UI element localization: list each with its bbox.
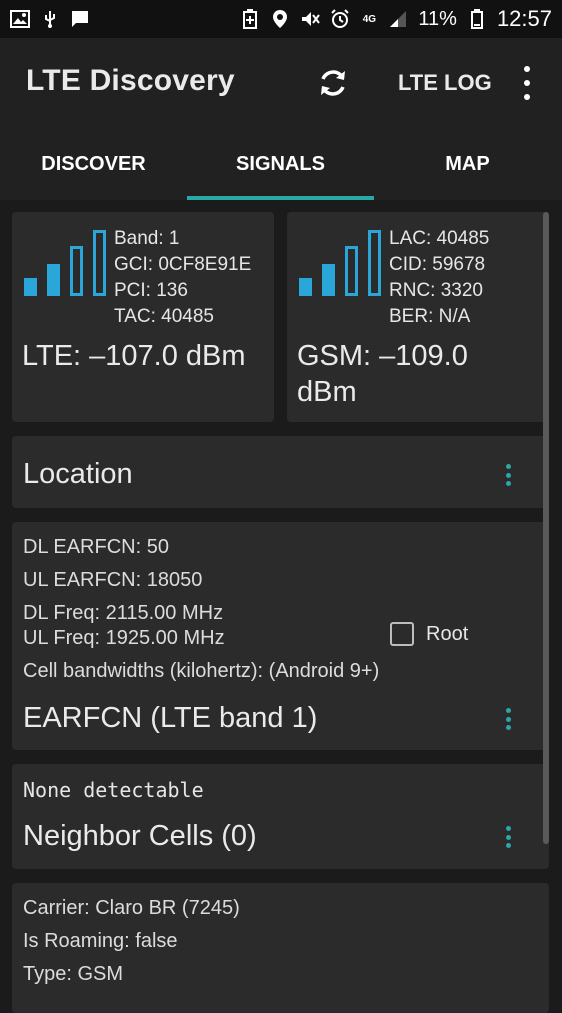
location-icon: [270, 9, 290, 29]
lte-signal-strength: LTE: –107.0 dBm: [22, 340, 246, 372]
gsm-cell-info: LAC: 40485 CID: 59678 RNC: 3320 BER: N/A: [389, 226, 489, 330]
status-bar: 4G 11% 12:57: [0, 0, 562, 38]
gsm-ber: BER: N/A: [389, 306, 471, 327]
lte-band: Band: 1: [114, 228, 180, 249]
status-bar-right: 4G 11% 12:57: [240, 6, 552, 32]
lte-gci: GCI: 0CF8E91E: [114, 254, 252, 275]
battery-saver-icon: [240, 9, 260, 29]
lte-signal-card[interactable]: Band: 1 GCI: 0CF8E91E PCI: 136 TAC: 4048…: [12, 212, 274, 422]
lte-signal-bars-icon: [24, 230, 106, 296]
neighbor-cells-card[interactable]: None detectable Neighbor Cells (0): [12, 764, 549, 869]
refresh-button[interactable]: [312, 62, 354, 104]
tab-signals[interactable]: SIGNALS: [187, 128, 374, 200]
tab-bar: DISCOVER SIGNALS MAP: [0, 128, 562, 200]
lte-pci: PCI: 136: [114, 280, 188, 301]
gsm-signal-card[interactable]: LAC: 40485 CID: 59678 RNC: 3320 BER: N/A…: [287, 212, 549, 422]
overflow-menu-icon[interactable]: [518, 66, 536, 100]
root-checkbox-row[interactable]: Root: [390, 622, 468, 646]
network-type: Type: GSM: [23, 963, 124, 985]
gsm-rnc: RNC: 3320: [389, 280, 483, 301]
app-bar: LTE Discovery LTE LOG: [0, 38, 562, 128]
earfcn-title: EARFCN (LTE band 1): [23, 702, 318, 734]
signal-icon: [388, 9, 408, 29]
gsm-cid: CID: 59678: [389, 254, 486, 275]
scrollbar[interactable]: [543, 212, 549, 844]
earfcn-card[interactable]: DL EARFCN: 50 UL EARFCN: 18050 DL Freq: …: [12, 522, 549, 750]
battery-percent: 11%: [418, 7, 457, 30]
gsm-signal-strength: GSM: –109.0 dBm: [297, 340, 468, 408]
dl-earfcn: DL EARFCN: 50: [23, 536, 169, 558]
vibrate-icon: [300, 9, 321, 29]
lte-cell-info: Band: 1 GCI: 0CF8E91E PCI: 136 TAC: 4048…: [114, 226, 251, 330]
alarm-icon: [330, 9, 350, 29]
gsm-signal-bars-icon: [299, 230, 381, 296]
signals-content: Band: 1 GCI: 0CF8E91E PCI: 136 TAC: 4048…: [0, 200, 562, 1013]
status-bar-left: [10, 9, 90, 29]
refresh-icon: [321, 70, 345, 96]
neighbor-cells-title: Neighbor Cells (0): [23, 820, 257, 852]
earfcn-menu-icon[interactable]: [505, 708, 511, 730]
root-checkbox[interactable]: [390, 622, 414, 646]
lte-tac: TAC: 40485: [114, 306, 214, 327]
neighbor-status: None detectable: [23, 778, 204, 802]
tab-map[interactable]: MAP: [374, 128, 561, 200]
tab-discover[interactable]: DISCOVER: [0, 128, 187, 200]
location-menu-icon[interactable]: [505, 464, 511, 486]
image-icon: [10, 9, 30, 29]
dl-freq: DL Freq: 2115.00 MHz: [23, 602, 224, 624]
4g-icon: 4G: [362, 13, 377, 25]
ul-earfcn: UL EARFCN: 18050: [23, 569, 203, 591]
is-roaming: Is Roaming: false: [23, 930, 178, 952]
app-title: LTE Discovery: [26, 64, 235, 97]
lte-log-button[interactable]: LTE LOG: [398, 70, 492, 96]
neighbor-menu-icon[interactable]: [505, 826, 511, 848]
carrier-name: Carrier: Claro BR (7245): [23, 897, 240, 919]
carrier-card[interactable]: Carrier: Claro BR (7245) Is Roaming: fal…: [12, 883, 549, 1013]
message-icon: [70, 9, 90, 29]
clock: 12:57: [496, 6, 552, 31]
gsm-lac: LAC: 40485: [389, 228, 490, 249]
ul-freq: UL Freq: 1925.00 MHz: [23, 627, 225, 649]
usb-icon: [40, 9, 60, 29]
location-title: Location: [23, 458, 133, 490]
location-card[interactable]: Location: [12, 436, 549, 508]
root-label: Root: [426, 622, 469, 645]
battery-icon: [467, 9, 487, 29]
cell-bandwidths: Cell bandwidths (kilohertz): (Android 9+…: [23, 660, 380, 682]
